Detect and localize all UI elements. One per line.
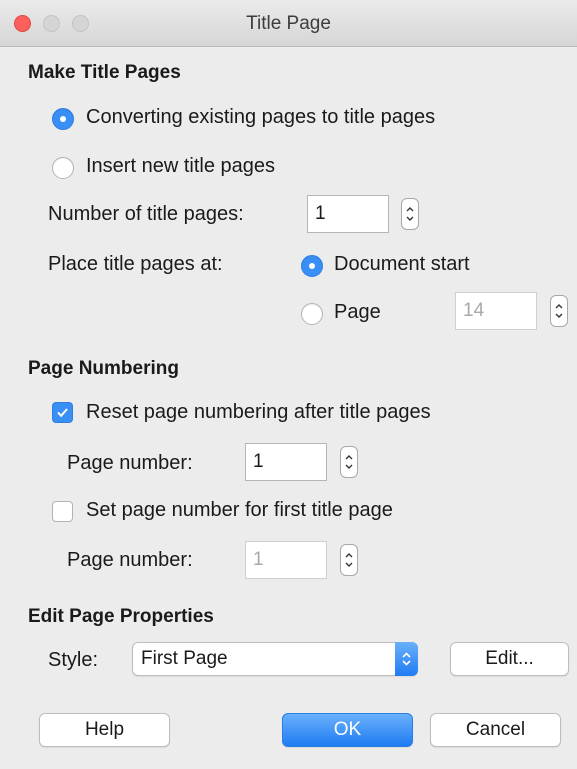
- document-start-label: Document start: [334, 253, 470, 275]
- first-page-number-stepper[interactable]: [340, 544, 358, 576]
- make-title-pages-heading: Make Title Pages: [28, 62, 181, 83]
- reset-page-number-stepper[interactable]: [340, 446, 358, 478]
- document-start-radio[interactable]: [301, 255, 323, 277]
- reset-page-number-input[interactable]: 1: [245, 443, 327, 481]
- edit-button[interactable]: Edit...: [450, 642, 569, 676]
- convert-pages-radio[interactable]: [52, 108, 74, 130]
- edit-page-properties-heading: Edit Page Properties: [28, 606, 214, 627]
- reset-page-number-label: Page number:: [67, 452, 193, 474]
- first-page-number-label: Page number:: [67, 549, 193, 571]
- number-of-title-pages-input[interactable]: 1: [307, 195, 389, 233]
- page-position-label: Page: [334, 301, 381, 323]
- title-bar: Title Page: [0, 0, 577, 47]
- window-title: Title Page: [246, 13, 331, 34]
- ok-button[interactable]: OK: [282, 713, 413, 747]
- chevron-updown-icon: [395, 642, 418, 676]
- reset-page-numbering-checkbox[interactable]: [52, 402, 73, 423]
- cancel-button[interactable]: Cancel: [430, 713, 561, 747]
- help-button[interactable]: Help: [39, 713, 170, 747]
- set-first-page-number-checkbox[interactable]: [52, 501, 73, 522]
- style-select[interactable]: First Page: [132, 642, 418, 676]
- reset-page-numbering-label: Reset page numbering after title pages: [86, 401, 431, 423]
- style-select-value: First Page: [141, 648, 228, 669]
- insert-pages-radio[interactable]: [52, 157, 74, 179]
- number-of-title-pages-stepper[interactable]: [401, 198, 419, 230]
- style-label: Style:: [48, 649, 99, 671]
- number-of-title-pages-label: Number of title pages:: [48, 203, 244, 225]
- convert-pages-label: Converting existing pages to title pages: [86, 106, 436, 128]
- page-position-radio[interactable]: [301, 303, 323, 325]
- page-numbering-heading: Page Numbering: [28, 358, 179, 379]
- page-position-input[interactable]: 14: [455, 292, 537, 330]
- place-title-pages-label: Place title pages at:: [48, 253, 223, 275]
- checkmark-icon: [57, 408, 68, 418]
- page-position-stepper[interactable]: [550, 295, 568, 327]
- set-first-page-number-label: Set page number for first title page: [86, 499, 393, 521]
- insert-pages-label: Insert new title pages: [86, 155, 275, 177]
- first-page-number-input[interactable]: 1: [245, 541, 327, 579]
